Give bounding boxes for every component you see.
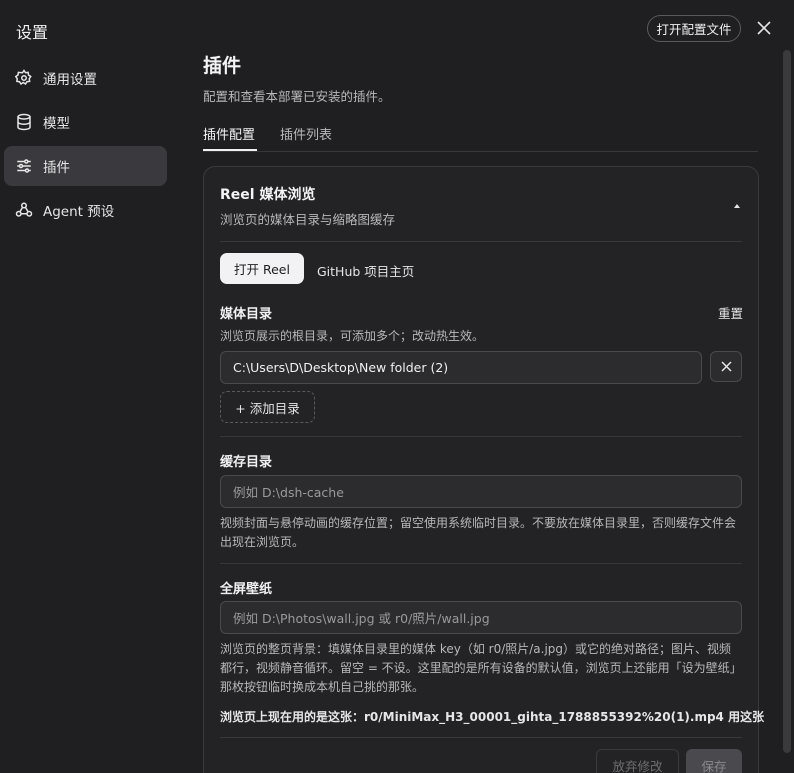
wallpaper-help: 浏览页的整页背景：填媒体目录里的媒体 key（如 r0/照片/a.jpg）或它的… — [220, 642, 742, 694]
open-config-button[interactable]: 打开配置文件 — [647, 15, 741, 42]
plugin-card: Reel 媒体浏览 浏览页的媒体目录与缩略图缓存 打开 Reel GitHub … — [203, 166, 764, 773]
wallpaper-input[interactable]: 例如 D:\Photos\wall.jpg 或 r0/照片/wall.jpg — [220, 601, 742, 634]
agent-icon — [15, 201, 33, 219]
page-subtitle: 配置和查看本部署已安装的插件。 — [203, 89, 391, 104]
cache-dir-label: 缓存目录 — [220, 455, 273, 470]
plugin-title: Reel 媒体浏览 — [220, 187, 316, 203]
divider — [220, 241, 742, 242]
sliders-icon — [15, 157, 33, 175]
database-icon — [15, 113, 33, 131]
github-link[interactable]: GitHub 项目主页 — [317, 261, 414, 280]
chevron-up-icon[interactable] — [734, 198, 740, 208]
media-dir-input[interactable]: C:\Users\D\Desktop\New folder (2) — [220, 351, 702, 384]
tab-plugin-list[interactable]: 插件列表 — [280, 124, 332, 143]
discard-button[interactable]: 放弃修改 — [596, 749, 679, 773]
sidebar: 设置 通用设置 模型 插件 Agent 预设 — [0, 0, 180, 773]
page-title: 插件 — [203, 55, 242, 77]
current-wallpaper: 浏览页上现在用的是这张：r0/MiniMax_H3_00001_gihta_17… — [220, 710, 765, 724]
main-panel: 打开配置文件 插件 配置和查看本部署已安装的插件。 插件配置 插件列表 Reel… — [180, 0, 780, 773]
reset-button[interactable]: 重置 — [718, 303, 743, 322]
sidebar-item-label: 通用设置 — [43, 72, 97, 88]
sidebar-nav: 通用设置 模型 插件 Agent 预设 — [4, 58, 167, 234]
sidebar-item-general[interactable]: 通用设置 — [4, 58, 167, 98]
tab-plugin-config[interactable]: 插件配置 — [203, 124, 255, 143]
cache-dir-help: 视频封面与悬停动画的缓存位置；留空使用系统临时目录。不要放在媒体目录里，否则缓存… — [220, 516, 737, 549]
sidebar-item-plugins[interactable]: 插件 — [4, 146, 167, 186]
sidebar-item-label: 模型 — [43, 116, 70, 132]
media-dir-label: 媒体目录 — [220, 307, 273, 322]
open-reel-button[interactable]: 打开 Reel — [220, 253, 304, 284]
divider — [220, 737, 742, 738]
cache-dir-input[interactable]: 例如 D:\dsh-cache — [220, 475, 742, 508]
sidebar-item-agent-presets[interactable]: Agent 预设 — [4, 190, 167, 230]
sidebar-item-label: 插件 — [43, 160, 70, 176]
save-button[interactable]: 保存 — [686, 749, 742, 773]
plugin-subtitle: 浏览页的媒体目录与缩略图缓存 — [220, 212, 396, 227]
wallpaper-label: 全屏壁纸 — [220, 582, 273, 597]
scrollbar[interactable] — [780, 0, 794, 773]
divider — [220, 563, 742, 564]
close-icon[interactable] — [754, 18, 774, 38]
sidebar-item-models[interactable]: 模型 — [4, 102, 167, 142]
sidebar-item-label: Agent 预设 — [43, 204, 115, 220]
close-icon — [720, 361, 732, 372]
add-dir-button[interactable]: + 添加目录 — [220, 391, 315, 423]
scrollbar-thumb[interactable] — [783, 50, 791, 753]
divider — [220, 436, 742, 437]
app-title: 设置 — [16, 23, 49, 42]
media-dir-help: 浏览页展示的根目录，可添加多个；改动热生效。 — [220, 329, 485, 343]
gear-icon — [15, 69, 33, 87]
tab-bar: 插件配置 插件列表 — [203, 118, 758, 152]
active-tab-indicator — [203, 149, 257, 151]
remove-dir-button[interactable] — [710, 351, 742, 382]
